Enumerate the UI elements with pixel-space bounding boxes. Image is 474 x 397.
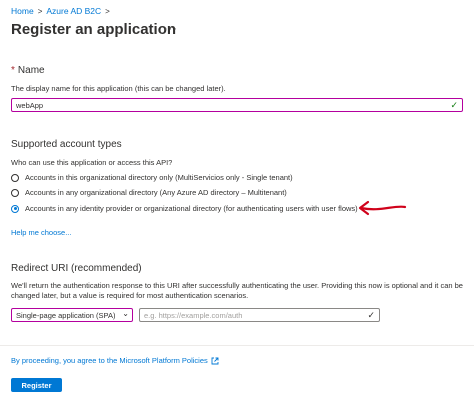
name-label: * Name: [11, 65, 45, 76]
redirect-uri-placeholder: e.g. https://example.com/auth: [144, 310, 243, 320]
platform-policies-link[interactable]: By proceeding, you agree to the Microsof…: [11, 356, 219, 365]
platform-select[interactable]: Single-page application (SPA) ⌄: [11, 308, 133, 322]
redirect-help-line-2: changed later, but a value is required f…: [11, 291, 249, 300]
redirect-help-line-1: We'll return the authentication response…: [11, 281, 463, 290]
account-types-heading: Supported account types: [11, 139, 122, 150]
breadcrumb-azure-ad-b2c-link[interactable]: Azure AD B2C: [46, 6, 101, 16]
platform-select-value: Single-page application (SPA): [16, 310, 116, 320]
radio-label: Accounts in any identity provider or org…: [25, 204, 358, 213]
chevron-right-icon: >: [37, 6, 43, 16]
required-marker: *: [11, 65, 15, 76]
radio-button-selected[interactable]: [11, 204, 19, 213]
account-type-option-single-tenant[interactable]: Accounts in this organizational director…: [11, 173, 293, 182]
more-options-button[interactable]: ···: [164, 23, 178, 35]
name-input-value: webApp: [16, 100, 44, 110]
account-types-question: Who can use this application or access t…: [11, 158, 173, 167]
account-type-option-user-flows[interactable]: Accounts in any identity provider or org…: [11, 204, 358, 213]
external-link-icon: [211, 357, 219, 364]
policy-link-text[interactable]: By proceeding, you agree to the Microsof…: [11, 356, 208, 365]
account-type-option-multitenant[interactable]: Accounts in any organizational directory…: [11, 188, 287, 197]
annotation-arrow-icon: [358, 200, 407, 216]
page-title: Register an application: [11, 21, 177, 38]
redirect-uri-input[interactable]: e.g. https://example.com/auth ✓: [139, 308, 380, 322]
checkmark-icon: ✓: [367, 310, 375, 320]
footer-divider: [0, 345, 474, 346]
radio-label: Accounts in this organizational director…: [25, 173, 293, 182]
name-help-text: The display name for this application (t…: [11, 84, 226, 93]
chevron-right-icon: >: [105, 6, 110, 16]
name-label-text: Name: [17, 65, 45, 76]
checkmark-icon: ✓: [450, 100, 458, 110]
radio-label: Accounts in any organizational directory…: [25, 188, 287, 197]
chevron-down-icon: ⌄: [122, 309, 129, 318]
breadcrumb-home-link[interactable]: Home: [11, 6, 34, 16]
breadcrumb: Home > Azure AD B2C >: [11, 6, 114, 16]
radio-button[interactable]: [11, 173, 19, 182]
radio-button[interactable]: [11, 188, 19, 197]
help-me-choose-link[interactable]: Help me choose...: [11, 228, 71, 237]
register-button[interactable]: Register: [11, 378, 62, 392]
redirect-uri-heading: Redirect URI (recommended): [11, 263, 142, 274]
name-input[interactable]: webApp ✓: [11, 98, 463, 112]
